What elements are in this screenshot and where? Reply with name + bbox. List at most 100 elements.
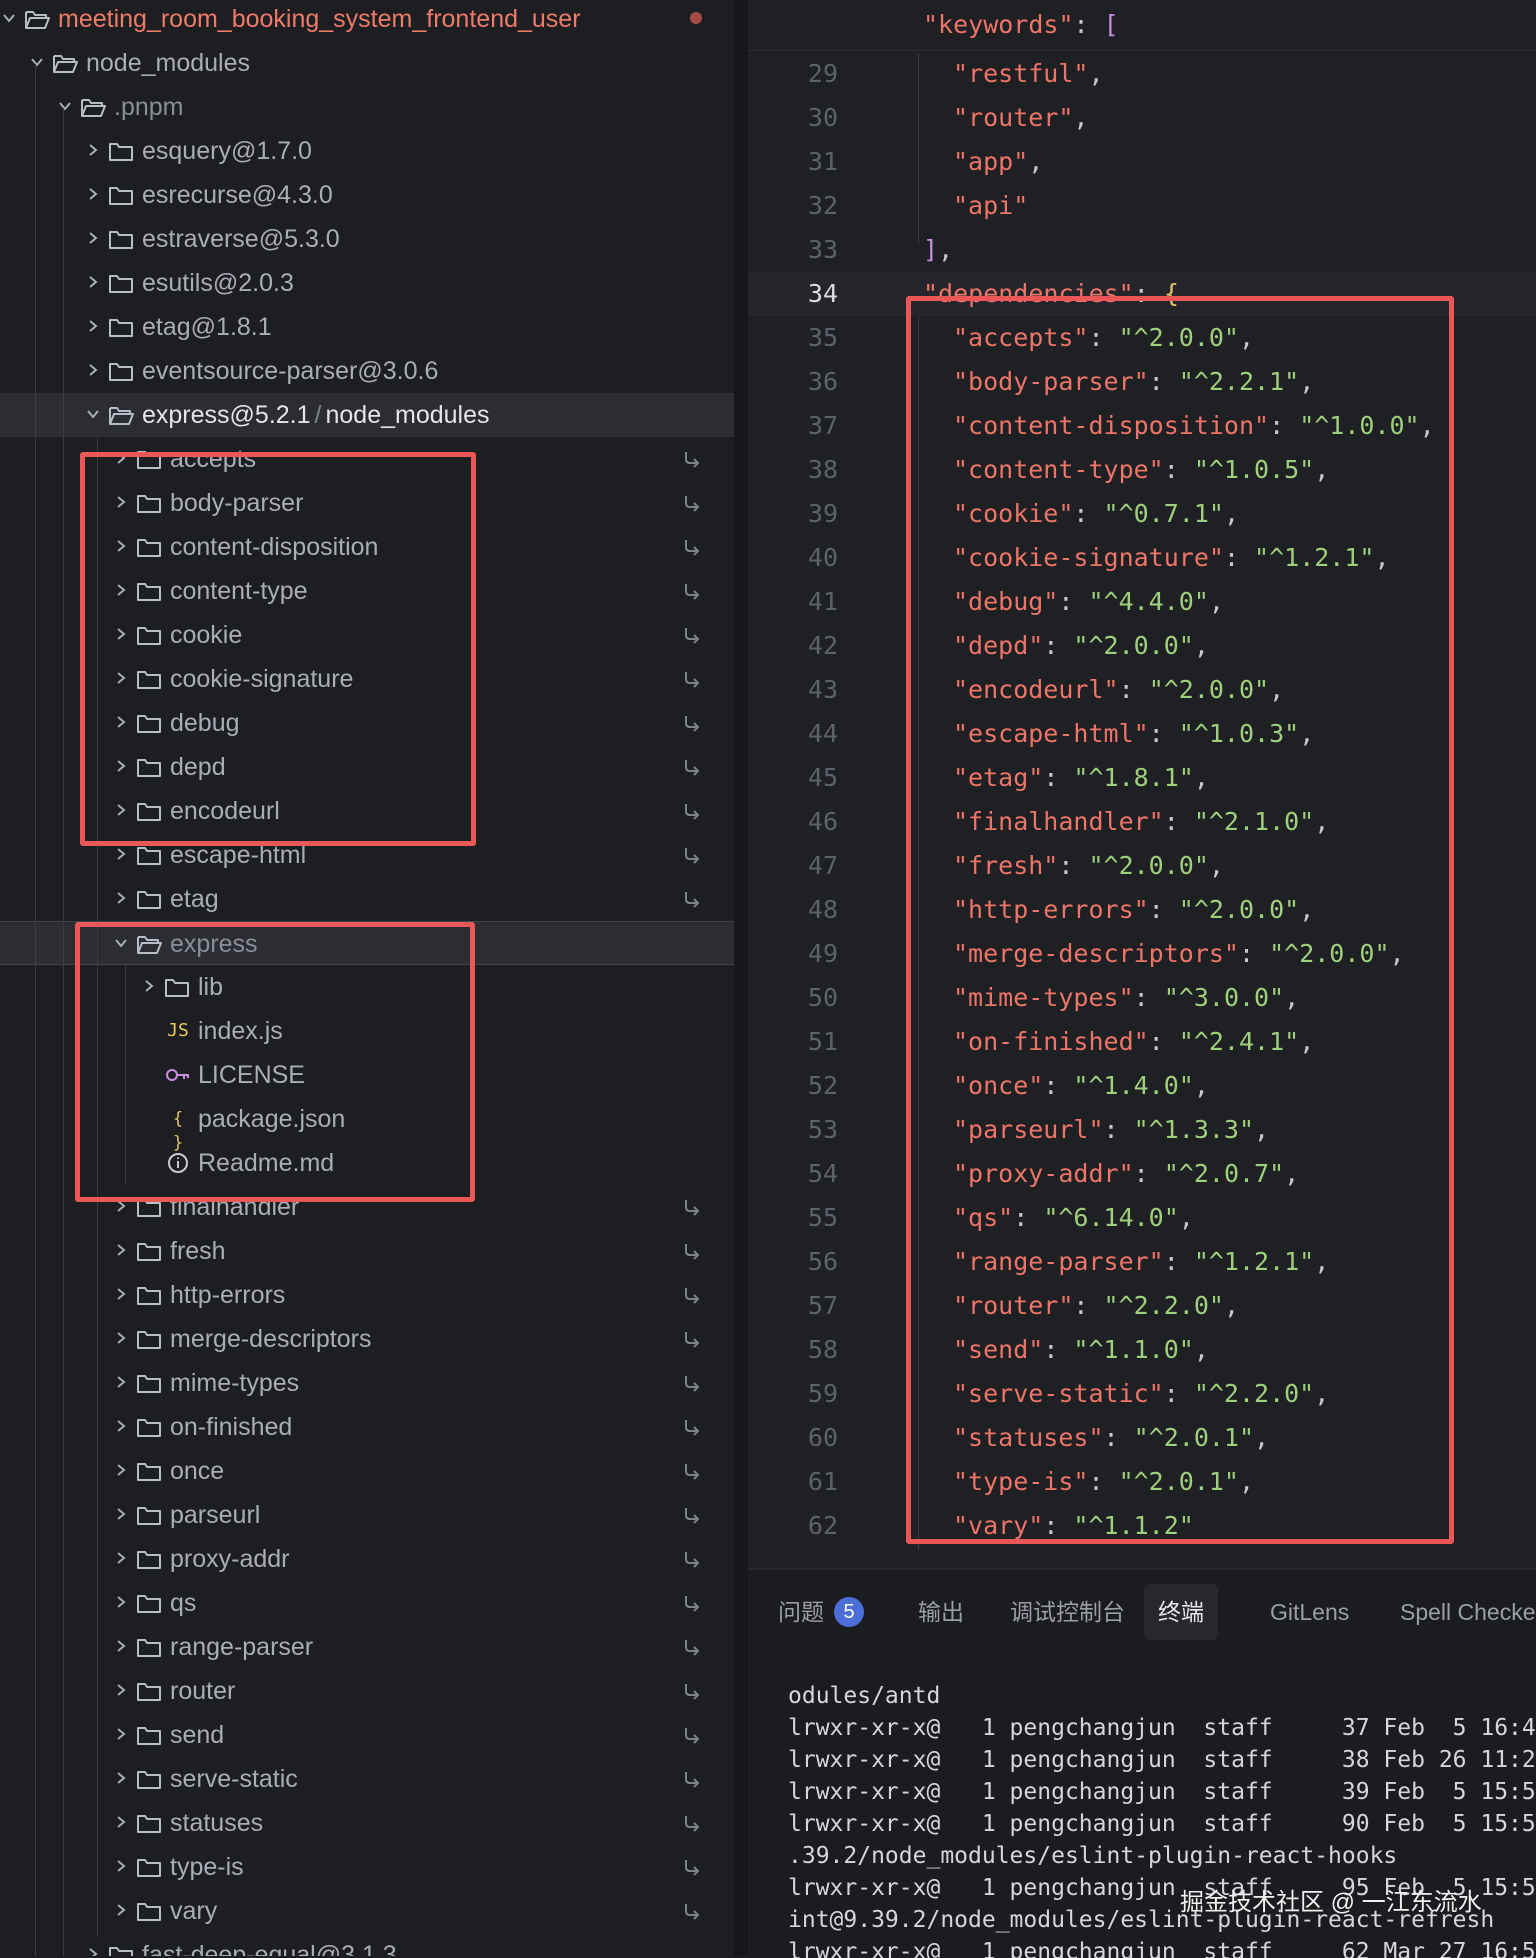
- tree-item-package[interactable]: etag@1.8.1: [0, 305, 734, 349]
- tree-item-dependency[interactable]: content-disposition: [0, 525, 734, 569]
- code-text: "on-finished": "^2.4.1",: [953, 1020, 1314, 1064]
- tree-item-dependency[interactable]: debug: [0, 701, 734, 745]
- tree-item-package[interactable]: fast-deep-equal@3.1.3: [0, 1933, 734, 1956]
- tree-item-dependency[interactable]: encodeurl: [0, 789, 734, 833]
- tree-item-dependency[interactable]: router: [0, 1669, 734, 1713]
- panel-tab[interactable]: GitLens: [1270, 1584, 1349, 1640]
- panel-tab[interactable]: 调试控制台: [1010, 1584, 1125, 1640]
- line-number: 48: [807, 895, 838, 924]
- tree-item-dependency[interactable]: etag: [0, 877, 734, 921]
- code-line[interactable]: 34 "dependencies": {: [748, 272, 1536, 316]
- tree-item-dependency[interactable]: vary: [0, 1889, 734, 1933]
- tree-item-package[interactable]: esrecurse@4.3.0: [0, 173, 734, 217]
- tree-item-label: etag: [170, 885, 219, 913]
- tree-item-dependency[interactable]: type-is: [0, 1845, 734, 1889]
- tree-item-dependency[interactable]: fresh: [0, 1229, 734, 1273]
- code-line[interactable]: 37 "content-disposition": "^1.0.0",: [748, 404, 1536, 448]
- tree-item-folder[interactable]: lib: [0, 965, 734, 1009]
- tree-item-js[interactable]: JS index.js: [0, 1009, 734, 1053]
- code-line[interactable]: 44 "escape-html": "^1.0.3",: [748, 712, 1536, 756]
- code-line[interactable]: 33],: [748, 228, 1536, 272]
- panel-tab[interactable]: 问题 5: [778, 1584, 864, 1640]
- tree-item-project[interactable]: meeting_room_booking_system_frontend_use…: [0, 0, 734, 41]
- code-line[interactable]: 41 "debug": "^4.4.0",: [748, 580, 1536, 624]
- tree-item-info[interactable]: Readme.md: [0, 1141, 734, 1185]
- folder-icon: [108, 272, 134, 294]
- code-line[interactable]: 38 "content-type": "^1.0.5",: [748, 448, 1536, 492]
- sash[interactable]: [734, 0, 748, 1956]
- tree-item-dependency[interactable]: finalhandler: [0, 1185, 734, 1229]
- tree-item-dependency[interactable]: cookie-signature: [0, 657, 734, 701]
- code-line[interactable]: 58 "send": "^1.1.0",: [748, 1328, 1536, 1372]
- tree-item-dependency[interactable]: depd: [0, 745, 734, 789]
- tree-item-dependency[interactable]: mime-types: [0, 1361, 734, 1405]
- code-line[interactable]: 62 "vary": "^1.1.2": [748, 1504, 1536, 1548]
- code-line[interactable]: 30 "router",: [748, 96, 1536, 140]
- json-key: "app": [953, 147, 1029, 176]
- code-line[interactable]: 45 "etag": "^1.8.1",: [748, 756, 1536, 800]
- tree-item-package[interactable]: eventsource-parser@3.0.6: [0, 349, 734, 393]
- tree-item-dependency[interactable]: http-errors: [0, 1273, 734, 1317]
- sticky-scroll-line[interactable]: "keywords": [: [748, 0, 1536, 51]
- code-line[interactable]: 31 "app",: [748, 140, 1536, 184]
- tree-item-dependency[interactable]: send: [0, 1713, 734, 1757]
- tree-item-package[interactable]: esquery@1.7.0: [0, 129, 734, 173]
- tree-item-pnpm[interactable]: .pnpm: [0, 85, 734, 129]
- panel-tab-label: 输出: [918, 1599, 964, 1625]
- code-line[interactable]: 59 "serve-static": "^2.2.0",: [748, 1372, 1536, 1416]
- code-line[interactable]: 61 "type-is": "^2.0.1",: [748, 1460, 1536, 1504]
- tree-item-express-package[interactable]: express@5.2.1/node_modules: [0, 393, 734, 437]
- json-colon: :: [1163, 807, 1194, 836]
- code-line[interactable]: 40 "cookie-signature": "^1.2.1",: [748, 536, 1536, 580]
- tree-item-license[interactable]: LICENSE: [0, 1053, 734, 1097]
- tree-item-json[interactable]: { } package.json: [0, 1097, 734, 1153]
- tree-item-package[interactable]: estraverse@5.3.0: [0, 217, 734, 261]
- tree-item-dependency[interactable]: merge-descriptors: [0, 1317, 734, 1361]
- code-line[interactable]: 43 "encodeurl": "^2.0.0",: [748, 668, 1536, 712]
- json-string: "^2.0.1": [1133, 1423, 1255, 1452]
- json-key: "restful": [953, 59, 1089, 88]
- code-line[interactable]: 35 "accepts": "^2.0.0",: [748, 316, 1536, 360]
- tree-item-dependency[interactable]: parseurl: [0, 1493, 734, 1537]
- code-line[interactable]: 52 "once": "^1.4.0",: [748, 1064, 1536, 1108]
- code-line[interactable]: 32 "api": [748, 184, 1536, 228]
- code-line[interactable]: 51 "on-finished": "^2.4.1",: [748, 1020, 1536, 1064]
- code-line[interactable]: 60 "statuses": "^2.0.1",: [748, 1416, 1536, 1460]
- code-line[interactable]: 36 "body-parser": "^2.2.1",: [748, 360, 1536, 404]
- code-editor[interactable]: 29 "restful", 30 "router", 31 "app", 32 "api" 33…: [748, 0, 1536, 1568]
- tree-item-dependency[interactable]: on-finished: [0, 1405, 734, 1449]
- code-line[interactable]: 48 "http-errors": "^2.0.0",: [748, 888, 1536, 932]
- tree-item-dependency[interactable]: statuses: [0, 1801, 734, 1845]
- indent-guide: [63, 108, 64, 1956]
- code-line[interactable]: 49 "merge-descriptors": "^2.0.0",: [748, 932, 1536, 976]
- tree-item-dependency[interactable]: qs: [0, 1581, 734, 1625]
- panel-tab[interactable]: 输出: [918, 1584, 964, 1640]
- code-line[interactable]: 53 "parseurl": "^1.3.3",: [748, 1108, 1536, 1152]
- code-line[interactable]: 47 "fresh": "^2.0.0",: [748, 844, 1536, 888]
- code-line[interactable]: 50 "mime-types": "^3.0.0",: [748, 976, 1536, 1020]
- code-line[interactable]: 57 "router": "^2.2.0",: [748, 1284, 1536, 1328]
- tree-item-dependency[interactable]: cookie: [0, 613, 734, 657]
- tree-item-dependency[interactable]: content-type: [0, 569, 734, 613]
- code-line[interactable]: 56 "range-parser": "^1.2.1",: [748, 1240, 1536, 1284]
- tree-item-dependency[interactable]: once: [0, 1449, 734, 1493]
- json-key: "debug": [953, 587, 1059, 616]
- tree-item-dependency[interactable]: escape-html: [0, 833, 734, 877]
- tree-item-dependency[interactable]: serve-static: [0, 1757, 734, 1801]
- tree-item-node-modules[interactable]: node_modules: [0, 41, 734, 85]
- panel-tab[interactable]: Spell Checker: [1400, 1584, 1536, 1640]
- tree-item-dependency[interactable]: range-parser: [0, 1625, 734, 1669]
- tree-item-label: index.js: [198, 1017, 283, 1045]
- code-line[interactable]: 39 "cookie": "^0.7.1",: [748, 492, 1536, 536]
- code-line[interactable]: 46 "finalhandler": "^2.1.0",: [748, 800, 1536, 844]
- code-line[interactable]: 55 "qs": "^6.14.0",: [748, 1196, 1536, 1240]
- tree-item-package[interactable]: esutils@2.0.3: [0, 261, 734, 305]
- tree-item-dependency[interactable]: body-parser: [0, 481, 734, 525]
- tree-item-express-folder[interactable]: express: [0, 921, 734, 965]
- tree-item-dependency[interactable]: proxy-addr: [0, 1537, 734, 1581]
- code-line[interactable]: 29 "restful",: [748, 52, 1536, 96]
- code-line[interactable]: 54 "proxy-addr": "^2.0.7",: [748, 1152, 1536, 1196]
- code-line[interactable]: 42 "depd": "^2.0.0",: [748, 624, 1536, 668]
- panel-tab[interactable]: 终端: [1144, 1584, 1218, 1640]
- tree-item-dependency[interactable]: accepts: [0, 437, 734, 481]
